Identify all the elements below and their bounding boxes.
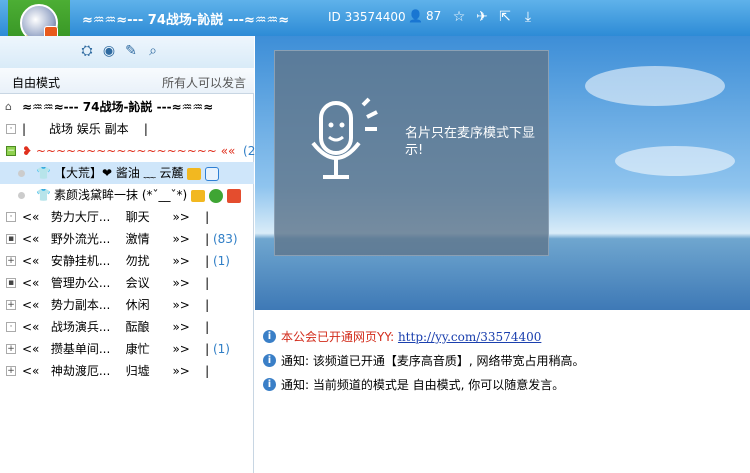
dot-icon: · [6,322,16,332]
channel-row[interactable]: + <« 攒基单间... 康忙 »> | (1) [0,338,254,360]
expand-icon[interactable]: + [6,256,16,266]
expand-icon[interactable]: + [6,300,16,310]
share-icon[interactable]: ⇱ [497,9,513,25]
online-count: 👤 87 [408,9,441,23]
tree-root-label: ≈♒♒≈--- 74战场-訫説 ---≈♒♒≈ [22,100,214,114]
badge-icon [205,166,220,181]
star-icon[interactable]: ☆ [451,9,467,25]
channel-row[interactable]: ▪ <« 管理办公... 会议 »> | [0,272,254,294]
channel-row[interactable]: + <« 势力副本... 休闲 »> | [0,294,254,316]
shirt-icon: 👕 [36,188,51,202]
crown-icon [187,167,202,180]
background-scene: 名片只在麦序模式下显示! [255,36,750,310]
plane-icon[interactable]: ✈ [474,9,490,25]
lock-icon: ▪ [6,278,16,288]
edit-icon[interactable]: ✎ [122,42,140,60]
tree-row-battle[interactable]: · | 战场 娱乐 副本 | [0,118,254,140]
tree-group[interactable]: − ❥ ~~~~~~~~~~~~~~~~~~ «« (2) [0,140,260,162]
mode-note: 所有人可以发言 [161,76,246,90]
mode-bar: 自由模式 所有人可以发言 [0,68,254,94]
channel-id: ID 33574400 [328,10,406,24]
download-icon[interactable]: ⤓ [520,9,536,25]
online-count-value: 87 [425,9,442,23]
location-icon[interactable]: ◉ [100,42,118,60]
channel-panel: ⛭ ◉ ✎ ⌕ 自由模式 所有人可以发言 ⌂ ≈♒♒≈--- 74战场-訫説 -… [0,36,260,473]
red-badge-icon [226,188,241,203]
users-icon[interactable]: ⛭ [78,42,96,60]
home-icon: ⌂ [5,100,12,113]
crown-icon [191,189,206,202]
tree-row-battle-label: | 战场 娱乐 副本 | [22,122,148,136]
info-icon: i [263,354,276,367]
user1-label: 【大荒】❤ 酱油 ﹏ 云麓 [54,162,220,184]
status-dot [18,170,25,177]
green-badge-icon [208,188,223,203]
collapse-icon[interactable]: − [6,146,16,156]
channel-row[interactable]: + <« 神劫渡厄... 归墟 »> | [0,360,254,382]
user2-label: 素颜浅黛眸一抹 (*ˇ__ˇ*) [54,184,241,206]
channel-row[interactable]: + <« 安静挂机... 勿扰 »> | (1) [0,250,254,272]
channel-row[interactable]: ▪ <« 野外流光... 激情 »> | (83) [0,228,254,250]
message-item: i 本公会已开通网页YY: http://yy.com/33574400 [263,330,743,354]
mic-text: 名片只在麦序模式下显示! [405,126,536,158]
channel-row[interactable]: · <« 势力大厅... 聊天 »> | [0,206,254,228]
message-list: i 本公会已开通网页YY: http://yy.com/33574400 i 通… [263,330,743,402]
dot-icon: · [6,212,16,222]
channel-row[interactable]: · <« 战场演兵... 酝酿 »> | [0,316,254,338]
cloud [585,66,725,106]
web-link[interactable]: http://yy.com/33574400 [398,330,541,344]
cloud [615,146,735,176]
shirt-icon: 👕 [36,166,51,180]
microphone-icon [311,97,378,179]
main-area: 名片只在麦序模式下显示! i 本公会已开通网页YY: http://yy.com… [255,36,750,473]
tree-user-1[interactable]: 👕 【大荒】❤ 酱油 ﹏ 云麓 [0,162,254,184]
mode-label[interactable]: 自由模式 [12,74,60,91]
user-icon: 👤 [408,9,423,23]
info-icon: i [263,378,276,391]
expand-icon[interactable]: + [6,366,16,376]
top-bar: ≈♒♒≈--- 74战场-訫説 ---≈♒♒≈ ID 33574400 👤 87… [0,0,750,36]
search-icon[interactable]: ⌕ [144,42,162,60]
tree-user-2[interactable]: 👕 素颜浅黛眸一抹 (*ˇ__ˇ*) [0,184,254,206]
message-item: i 通知: 当前频道的模式是 自由模式, 你可以随意发言。 [263,378,743,402]
info-icon: i [263,330,276,343]
lock-icon: ▪ [6,234,16,244]
status-dot [18,192,25,199]
expand-icon[interactable]: + [6,344,16,354]
mic-card: 名片只在麦序模式下显示! [274,50,549,256]
message-item: i 通知: 该频道已开通【麦序高音质】, 网络带宽占用稍高。 [263,354,743,378]
dot-icon: · [6,124,16,134]
channel-tree: ⌂ ≈♒♒≈--- 74战场-訫説 ---≈♒♒≈ · | 战场 娱乐 副本 |… [0,96,260,382]
left-toolbar: ⛭ ◉ ✎ ⌕ [0,36,254,68]
tree-group-label: ❥ ~~~~~~~~~~~~~~~~~~ «« (2) [22,144,261,158]
tree-root[interactable]: ⌂ ≈♒♒≈--- 74战场-訫説 ---≈♒♒≈ [0,96,254,118]
channel-title: ≈♒♒≈--- 74战场-訫説 ---≈♒♒≈ [82,13,290,28]
